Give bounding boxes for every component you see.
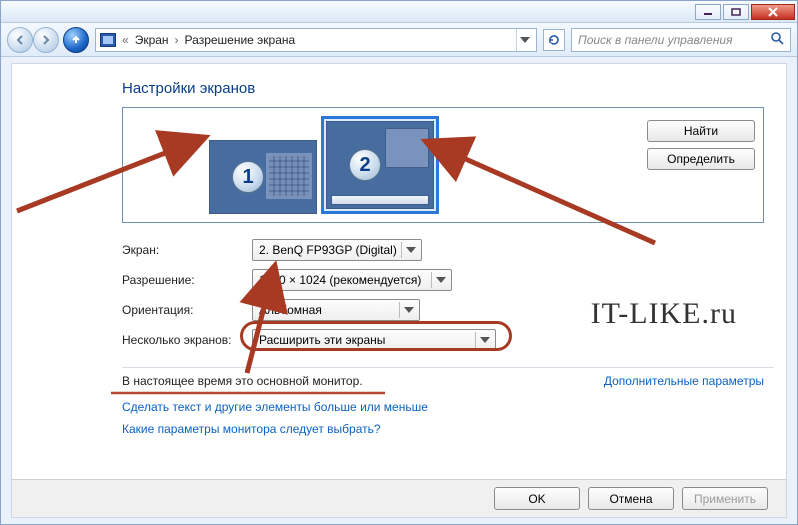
chevron-icon: › xyxy=(175,33,179,47)
screen-select[interactable]: 2. BenQ FP93GP (Digital) xyxy=(252,239,422,261)
ok-button[interactable]: OK xyxy=(494,487,580,510)
chevron-icon: « xyxy=(122,33,129,47)
monitor-badge: 1 xyxy=(232,161,264,193)
orientation-select[interactable]: Альбомная xyxy=(252,299,420,321)
monitor-icon xyxy=(100,33,116,47)
orientation-label: Ориентация: xyxy=(122,303,252,317)
forward-button[interactable] xyxy=(33,27,59,53)
monitor-thumb xyxy=(385,128,429,168)
minimize-button[interactable] xyxy=(695,4,721,20)
search-input[interactable]: Поиск в панели управления xyxy=(571,28,791,52)
monitor-preview-panel: 1 2 Найти Определить xyxy=(122,107,764,223)
search-placeholder: Поиск в панели управления xyxy=(578,33,733,47)
window: « Экран › Разрешение экрана Поиск в пане… xyxy=(0,0,798,525)
page-title: Настройки экранов xyxy=(122,80,774,97)
primary-monitor-note: В настоящее время это основной монитор. xyxy=(122,374,363,388)
settings-form: Экран: 2. BenQ FP93GP (Digital) Разрешен… xyxy=(122,235,774,355)
titlebar xyxy=(1,1,797,23)
search-icon xyxy=(770,31,784,48)
monitor-badge: 2 xyxy=(349,149,381,181)
multi-select[interactable]: Расширить эти экраны xyxy=(252,329,496,351)
monitor-thumb xyxy=(266,153,312,199)
chevron-down-icon xyxy=(399,302,417,318)
advanced-link[interactable]: Дополнительные параметры xyxy=(604,374,764,388)
breadcrumb-item[interactable]: Разрешение экрана xyxy=(185,33,296,47)
monitor-1[interactable]: 1 xyxy=(209,140,317,214)
taskbar-thumb xyxy=(331,195,429,205)
resolution-select[interactable]: 1280 × 1024 (рекомендуется) xyxy=(252,269,452,291)
breadcrumb[interactable]: « Экран › Разрешение экрана xyxy=(95,28,537,52)
detect-button[interactable]: Определить xyxy=(647,148,755,170)
breadcrumb-item[interactable]: Экран xyxy=(135,33,169,47)
chevron-down-icon xyxy=(431,272,449,288)
up-button[interactable] xyxy=(63,27,89,53)
cancel-button[interactable]: Отмена xyxy=(588,487,674,510)
help-link[interactable]: Какие параметры монитора следует выбрать… xyxy=(122,422,774,436)
resolution-label: Разрешение: xyxy=(122,273,252,287)
find-button[interactable]: Найти xyxy=(647,120,755,142)
refresh-button[interactable] xyxy=(543,29,565,51)
dialog-footer: OK Отмена Применить xyxy=(12,479,786,517)
screen-label: Экран: xyxy=(122,243,252,257)
breadcrumb-dropdown[interactable] xyxy=(516,29,532,51)
content: Настройки экранов 1 2 Найти Определить xyxy=(11,63,787,518)
chevron-down-icon xyxy=(401,242,419,258)
chevron-down-icon xyxy=(475,332,493,348)
divider xyxy=(122,367,774,368)
multi-label: Несколько экранов: xyxy=(122,333,252,347)
text-size-link[interactable]: Сделать текст и другие элементы больше и… xyxy=(122,400,774,414)
nav-buttons xyxy=(7,27,89,53)
monitor-2[interactable]: 2 xyxy=(326,121,434,209)
close-button[interactable] xyxy=(751,4,795,20)
navbar: « Экран › Разрешение экрана Поиск в пане… xyxy=(1,23,797,57)
back-button[interactable] xyxy=(7,27,33,53)
monitor-2-selected: 2 xyxy=(321,116,439,214)
apply-button[interactable]: Применить xyxy=(682,487,768,510)
maximize-button[interactable] xyxy=(723,4,749,20)
